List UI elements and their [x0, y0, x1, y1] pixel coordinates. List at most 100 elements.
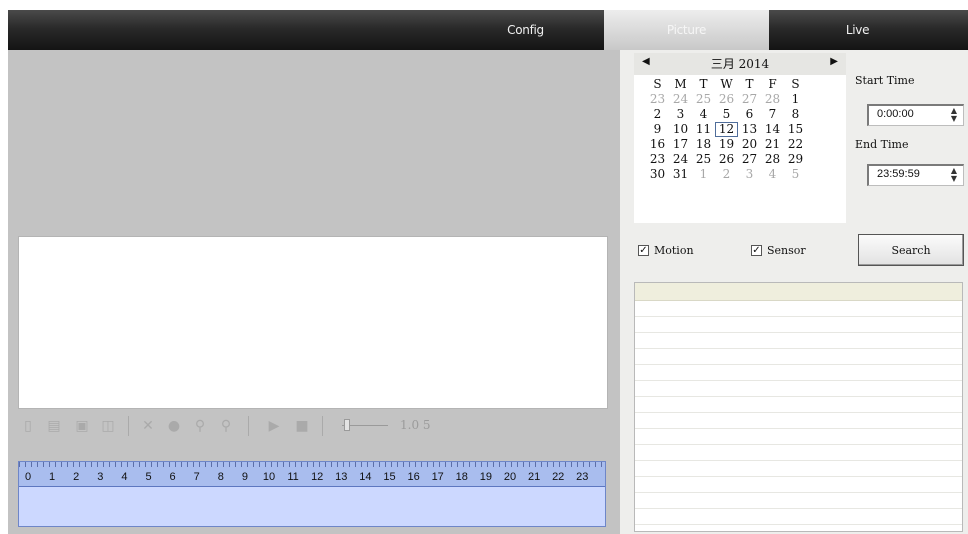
- calendar-day[interactable]: 23: [646, 152, 669, 167]
- calendar: ◀ 三月 2014 ▶ S M T W T F S 23 24 25 26 27 28 1 2 3 4 5 6 7 8 9…: [634, 53, 846, 223]
- calendar-day[interactable]: 26: [715, 152, 738, 167]
- calendar-day[interactable]: 24: [669, 152, 692, 167]
- calendar-day[interactable]: 16: [646, 137, 669, 152]
- open-file-icon[interactable]: ▯: [20, 418, 36, 434]
- calendar-day[interactable]: 11: [692, 122, 715, 137]
- start-time-field[interactable]: 0:00:00 ▲ ▼: [867, 104, 964, 126]
- tab-picture[interactable]: Picture: [604, 10, 769, 50]
- calendar-day[interactable]: 4: [692, 107, 715, 122]
- calendar-month-title: 三月 2014: [710, 57, 770, 71]
- zoom-in-icon[interactable]: ⚲: [192, 418, 208, 434]
- calendar-day[interactable]: 25: [692, 92, 715, 107]
- timeline[interactable]: 0 1 2 3 4 5 6 7 8 9 10 11 12 13 14 15 16 17 18 19 20 21 22 23: [18, 461, 606, 527]
- weekday-label: T: [699, 77, 708, 91]
- calendar-day[interactable]: 9: [646, 122, 669, 137]
- motion-check-icon[interactable]: ✓: [638, 245, 649, 256]
- tab-live[interactable]: Live: [775, 10, 940, 50]
- timeline-ruler: 0 1 2 3 4 5 6 7 8 9 10 11 12 13 14 15 16 17 18 19 20 21 22 23: [19, 462, 605, 487]
- timeline-hour-label: 3: [97, 471, 104, 483]
- snapshot-icon[interactable]: ◫: [100, 418, 116, 434]
- timeline-hour-label: 18: [455, 471, 468, 483]
- speed-value: 1.0 5: [400, 418, 431, 432]
- start-time-spinner[interactable]: ▲ ▼: [947, 107, 961, 123]
- save-icon[interactable]: ▣: [74, 418, 90, 434]
- calendar-day[interactable]: 1: [784, 92, 807, 107]
- top-tab-bar: Config Picture Live: [8, 10, 968, 50]
- speed-slider[interactable]: [342, 417, 392, 435]
- calendar-day[interactable]: 21: [761, 137, 784, 152]
- timeline-hour-label: 0: [24, 471, 32, 483]
- end-time-spinner[interactable]: ▲ ▼: [947, 167, 961, 183]
- timeline-ticks: [19, 462, 605, 467]
- calendar-day[interactable]: 8: [784, 107, 807, 122]
- calendar-day[interactable]: 5: [715, 107, 738, 122]
- calendar-day[interactable]: 5: [784, 167, 807, 182]
- timeline-hour-label: 19: [479, 471, 493, 483]
- sensor-label: Sensor: [767, 244, 806, 257]
- weekday-label: T: [745, 77, 754, 91]
- pause-icon[interactable]: ■: [294, 418, 310, 434]
- sensor-checkbox[interactable]: ✓ Sensor: [751, 244, 806, 257]
- calendar-day[interactable]: 13: [738, 122, 761, 137]
- calendar-day[interactable]: 7: [761, 107, 784, 122]
- calendar-day[interactable]: 6: [738, 107, 761, 122]
- calendar-day[interactable]: 25: [692, 152, 715, 167]
- playback-panel: ▯ ▤ ▣ ◫ ✕ ● ⚲ ⚲ ▶ ■ 1.0 5 0 1 2 3 4 5 6 7 8 9 10 11…: [8, 50, 620, 534]
- zoom-out-icon[interactable]: ⚲: [218, 418, 234, 434]
- results-rows: [635, 301, 962, 531]
- motion-checkbox[interactable]: ✓ Motion: [638, 244, 694, 257]
- calendar-day[interactable]: 20: [738, 137, 761, 152]
- timeline-hour-label: 8: [217, 471, 224, 483]
- tab-config[interactable]: Config: [443, 10, 608, 50]
- calendar-day[interactable]: 28: [761, 152, 784, 167]
- timeline-hour-label: 2: [73, 471, 80, 483]
- calendar-day[interactable]: 23: [646, 92, 669, 107]
- calendar-day[interactable]: 19: [715, 137, 738, 152]
- calendar-day[interactable]: 29: [784, 152, 807, 167]
- calendar-day[interactable]: 14: [761, 122, 784, 137]
- calendar-day[interactable]: 2: [646, 107, 669, 122]
- stop-icon[interactable]: ✕: [140, 418, 156, 434]
- calendar-day[interactable]: 18: [692, 137, 715, 152]
- end-time-value: 23:59:59: [877, 168, 920, 180]
- speed-slider-thumb[interactable]: [344, 419, 350, 431]
- calendar-day[interactable]: 4: [761, 167, 784, 182]
- calendar-day[interactable]: 26: [715, 92, 738, 107]
- weekday-label: S: [791, 77, 800, 91]
- search-button[interactable]: Search: [858, 234, 964, 266]
- calendar-day[interactable]: 27: [738, 92, 761, 107]
- calendar-day[interactable]: 17: [669, 137, 692, 152]
- timeline-hour-label: 22: [552, 471, 565, 483]
- timeline-hour-label: 21: [527, 471, 541, 483]
- record-icon[interactable]: ●: [166, 418, 182, 434]
- end-time-field[interactable]: 23:59:59 ▲ ▼: [867, 164, 964, 186]
- play-icon[interactable]: ▶: [266, 418, 282, 434]
- weekday-label: F: [768, 77, 777, 91]
- calendar-day[interactable]: 15: [784, 122, 807, 137]
- calendar-day[interactable]: 30: [646, 167, 669, 182]
- next-month-icon[interactable]: ▶: [830, 56, 838, 67]
- sensor-check-icon[interactable]: ✓: [751, 245, 762, 256]
- calendar-grid: S M T W T F S 23 24 25 26 27 28 1 2 3 4 5 6 7 8 9 10 11 12 13 14 15…: [646, 77, 807, 182]
- calendar-day[interactable]: 1: [692, 167, 715, 182]
- results-list[interactable]: [634, 282, 963, 532]
- results-header: [635, 283, 962, 301]
- calendar-day[interactable]: 3: [669, 107, 692, 122]
- start-time-label: Start Time: [855, 74, 915, 87]
- calendar-day[interactable]: 24: [669, 92, 692, 107]
- toolbar-separator: [128, 416, 129, 436]
- timeline-hour-label: 9: [241, 471, 248, 483]
- calendar-day[interactable]: 27: [738, 152, 761, 167]
- start-time-value: 0:00:00: [877, 108, 914, 120]
- open-folder-icon[interactable]: ▤: [46, 418, 62, 434]
- calendar-day[interactable]: 28: [761, 92, 784, 107]
- calendar-day[interactable]: 2: [715, 167, 738, 182]
- timeline-hour-label: 16: [407, 471, 420, 483]
- search-panel: ◀ 三月 2014 ▶ S M T W T F S 23 24 25 26 27 28 1 2 3 4 5 6 7 8 9…: [620, 50, 968, 534]
- timeline-hour-label: 12: [311, 471, 324, 483]
- calendar-day[interactable]: 12: [715, 122, 738, 137]
- calendar-day[interactable]: 3: [738, 167, 761, 182]
- calendar-day[interactable]: 10: [669, 122, 692, 137]
- calendar-day[interactable]: 31: [669, 167, 692, 182]
- calendar-day[interactable]: 22: [784, 137, 807, 152]
